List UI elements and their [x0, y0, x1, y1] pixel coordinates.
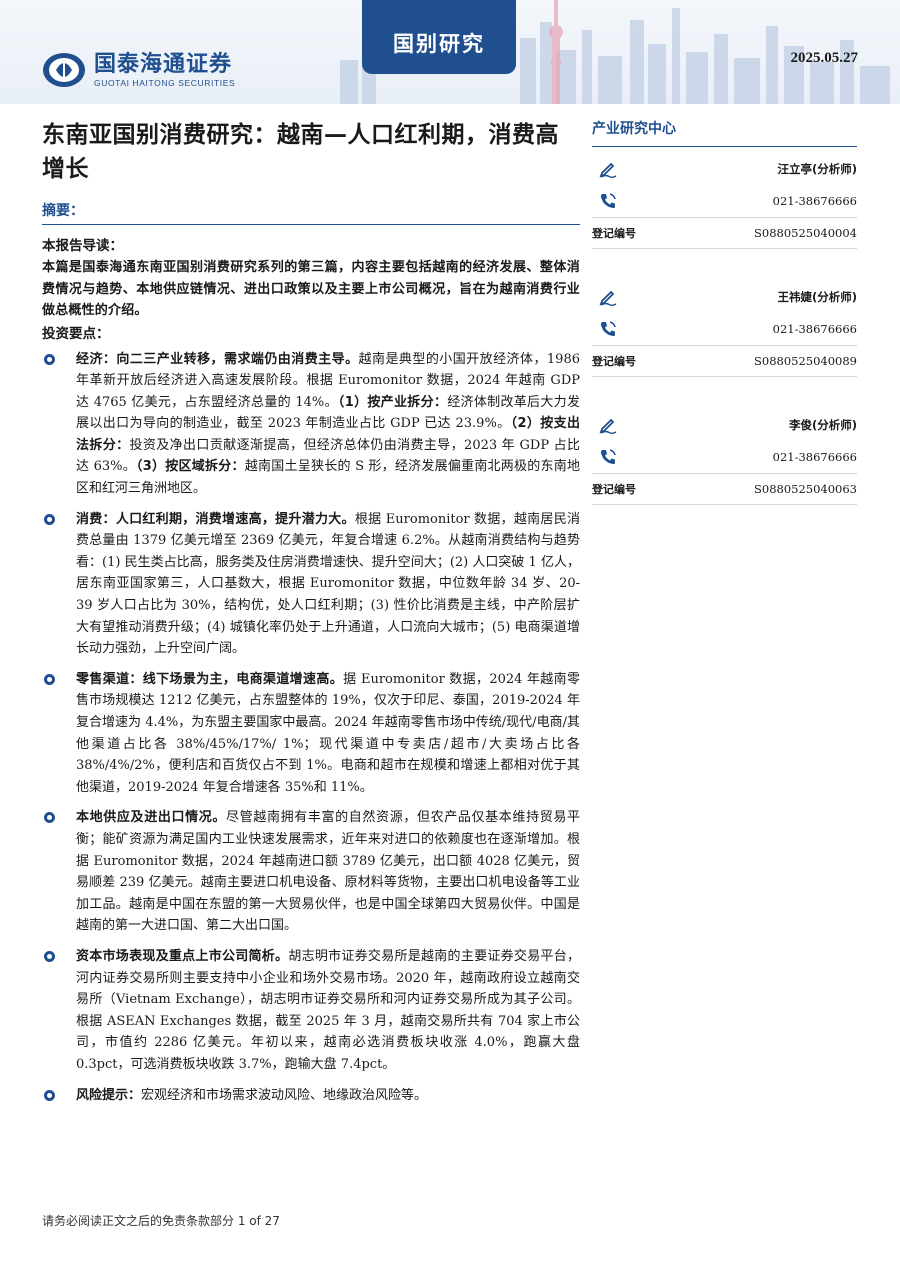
analyst-phone: 021-38676666: [772, 194, 857, 208]
point-text: 宏观经济和市场需求波动风险、地缘政治风险等。: [141, 1087, 428, 1103]
list-item: 消费：人口红利期，消费增速高，提升潜力大。根据 Euromonitor 数据，越…: [42, 509, 580, 660]
analyst-card: 李俊(分析师) 021-38676666 登记编号 S0880525040063: [592, 409, 857, 505]
reg-label: 登记编号: [592, 227, 636, 240]
analyst-name: 汪立亭(分析师): [777, 162, 857, 176]
guide-heading: 本报告导读：: [42, 238, 123, 254]
phone-icon: [601, 449, 616, 464]
point-sub-lead: （3）按区域拆分：: [136, 459, 245, 475]
analyst-reg-row: 登记编号 S0880525040089: [592, 345, 857, 377]
ring-bullet-icon: [44, 673, 55, 685]
analyst-name: 王祎婕(分析师): [777, 290, 857, 304]
analyst-phone-row: 021-38676666: [592, 185, 857, 217]
analyst-phone-row: 021-38676666: [592, 313, 857, 345]
analyst-name-row: 汪立亭(分析师): [592, 153, 857, 185]
phone-icon: [601, 321, 616, 336]
brand-name-en: GUOTAI HAITONG SECURITIES: [94, 77, 236, 88]
point-lead: 风险提示：: [76, 1087, 142, 1103]
point-text: 尽管越南拥有丰富的自然资源，但农产品仅基本维持贸易平衡；能矿资源为满足国内工业快…: [76, 810, 580, 934]
brand-name-cn: 国泰海通证券: [94, 51, 233, 77]
main-column: 东南亚国别消费研究：越南—人口红利期，消费高增长 摘要： 本报告导读： 本篇是国…: [42, 118, 580, 1106]
analyst-phone-row: 021-38676666: [592, 441, 857, 473]
point-text: 根据 Euromonitor 数据，越南居民消费总量由 1379 亿美元增至 2…: [76, 511, 580, 657]
point-lead: 本地供应及进出口情况。: [76, 810, 227, 826]
report-title: 东南亚国别消费研究：越南—人口红利期，消费高增长: [42, 122, 559, 182]
point-text: 据 Euromonitor 数据，2024 年越南零售市场规模达 1212 亿美…: [76, 671, 580, 795]
page-header: 国泰海通证券 GUOTAI HAITONG SECURITIES 国别研究 20…: [0, 0, 900, 104]
reg-label: 登记编号: [592, 355, 636, 368]
pen-icon: [599, 290, 617, 307]
analyst-reg-number: S0880525040063: [754, 482, 857, 496]
guide-text: 本篇是国泰海通东南亚国别消费研究系列的第三篇，内容主要包括越南的经济发展、整体消…: [42, 260, 580, 318]
point-lead: 经济：向二三产业转移，需求端仍由消费主导。: [76, 351, 359, 367]
analyst-card: 王祎婕(分析师) 021-38676666 登记编号 S088052504008…: [592, 281, 857, 377]
analyst-reg-row: 登记编号 S0880525040063: [592, 473, 857, 505]
analyst-reg-number: S0880525040004: [754, 226, 857, 240]
list-item: 本地供应及进出口情况。尽管越南拥有丰富的自然资源，但农产品仅基本维持贸易平衡；能…: [42, 807, 580, 937]
list-item: 风险提示：宏观经济和市场需求波动风险、地缘政治风险等。: [42, 1085, 580, 1107]
pen-icon: [599, 162, 617, 179]
phone-icon: [601, 193, 616, 208]
point-lead: 零售渠道：线下场景为主，电商渠道增速高。: [76, 671, 344, 687]
analyst-phone: 021-38676666: [772, 322, 857, 336]
report-type-tag: 国别研究: [362, 0, 516, 74]
analyst-name: 李俊(分析师): [788, 418, 857, 432]
point-lead: 资本市场表现及重点上市公司简析。: [76, 948, 289, 964]
analyst-sidebar: 产业研究中心 汪立亭(分析师) 021-38676666 登记编号 S08805…: [592, 118, 857, 505]
analyst-card: 汪立亭(分析师) 021-38676666 登记编号 S088052504000…: [592, 153, 857, 249]
ring-bullet-icon: [44, 950, 55, 962]
analyst-reg-row: 登记编号 S0880525040004: [592, 217, 857, 249]
ring-bullet-icon: [44, 353, 55, 365]
ring-bullet-icon: [44, 1089, 55, 1101]
list-item: 零售渠道：线下场景为主，电商渠道增速高。据 Euromonitor 数据，202…: [42, 669, 580, 799]
pen-icon: [599, 418, 617, 435]
analyst-name-row: 王祎婕(分析师): [592, 281, 857, 313]
list-item: 经济：向二三产业转移，需求端仍由消费主导。越南是典型的小国开放经济体，1986 …: [42, 349, 580, 500]
analyst-phone: 021-38676666: [772, 450, 857, 464]
list-item: 资本市场表现及重点上市公司简析。胡志明市证券交易所是越南的主要证券交易平台，河内…: [42, 946, 580, 1076]
brand-logo: 国泰海通证券 GUOTAI HAITONG SECURITIES: [42, 52, 235, 88]
research-center-title: 产业研究中心: [592, 118, 857, 147]
abstract-label: 摘要：: [42, 200, 580, 225]
logo-mark-icon: [43, 53, 85, 87]
analyst-reg-number: S0880525040089: [754, 354, 857, 368]
points-heading: 投资要点：: [42, 325, 110, 342]
analyst-name-row: 李俊(分析师): [592, 409, 857, 441]
ring-bullet-icon: [44, 812, 55, 824]
report-date: 2025.05.27: [790, 50, 859, 66]
point-text: 胡志明市证券交易所是越南的主要证券交易平台，河内证券交易所则主要支持中小企业和场…: [76, 948, 580, 1072]
reg-label: 登记编号: [592, 483, 636, 496]
ring-bullet-icon: [44, 513, 55, 525]
page-footer: 请务必阅读正文之后的免责条款部分 1 of 27: [42, 1214, 280, 1228]
point-sub-lead: （1）按产业拆分：: [337, 394, 448, 410]
point-lead: 消费：人口红利期，消费增速高，提升潜力大。: [76, 511, 355, 527]
